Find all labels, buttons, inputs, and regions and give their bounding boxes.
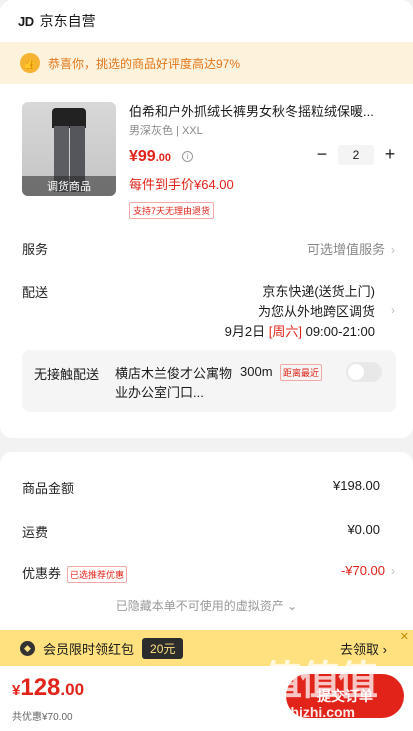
coupon-row-label: 优惠券 已选推荐优惠	[22, 563, 128, 584]
coupon-tag: 已选推荐优惠	[67, 566, 128, 584]
chevron-down-icon: ⌄	[287, 599, 298, 613]
delivery-info[interactable]: 京东快递(送货上门) 为您从外地跨区调货 9月2日 [周六] 09:00-21:…	[225, 282, 375, 342]
coupon-value: -¥70.00	[340, 563, 385, 578]
order-card: 调货商品 伯希和户外抓绒长裤男女秋冬摇粒绒保暖... 男深灰色 | XXL ¥9…	[0, 84, 413, 438]
store-name[interactable]: 京东自营	[40, 11, 96, 31]
delivery-transfer-note: 为您从外地跨区调货	[257, 304, 375, 319]
shipping-label: 运费	[22, 525, 49, 540]
coupon-label: 优惠券	[22, 566, 62, 581]
service-label: 服务	[22, 242, 49, 257]
delivery-label: 配送	[22, 285, 49, 300]
price-summary: 商品金额 ¥198.00 运费 ¥0.00 优惠券 已选推荐优惠 -¥70.00 ›…	[0, 452, 413, 632]
goods-amount-value: ¥198.00	[333, 478, 380, 493]
chevron-right-icon: ›	[391, 564, 395, 578]
quantity-stepper: − 2 +	[312, 144, 400, 165]
service-row[interactable]: 可选增值服务 ›	[307, 239, 395, 258]
claim-button[interactable]: 去领取 ›	[340, 639, 387, 658]
product-spec: 男深灰色 | XXL	[129, 125, 203, 137]
contactless-address[interactable]: 横店木兰俊才公寓物业办公室门口...	[115, 364, 235, 402]
product-title[interactable]: 伯希和户外抓绒长裤男女秋冬摇粒绒保暖...	[129, 101, 397, 120]
contactless-toggle[interactable]	[346, 362, 382, 382]
service-value: 可选增值服务	[306, 242, 385, 257]
goods-amount-label: 商品金额	[22, 481, 75, 496]
close-icon[interactable]: ✕	[400, 630, 409, 643]
shipping-value: ¥0.00	[347, 522, 380, 537]
chevron-right-icon: ›	[391, 243, 395, 257]
quantity-input[interactable]: 2	[338, 144, 374, 165]
unit-price: 每件到手价¥64.00	[129, 177, 234, 192]
contactless-delivery: 无接触配送 横店木兰俊才公寓物业办公室门口... 300m 距离最近	[22, 350, 396, 412]
delivery-time: 9月2日 [周六] 09:00-21:00	[224, 324, 375, 339]
contactless-label: 无接触配送	[34, 367, 100, 382]
product-price: ¥99.00	[129, 148, 171, 165]
member-icon: ◆	[20, 640, 35, 656]
member-text: 会员限时领红包	[43, 641, 135, 657]
nearest-tag: 距离最近	[280, 364, 323, 381]
info-icon[interactable]: i	[182, 151, 193, 162]
transfer-goods-tag: 调货商品	[22, 176, 116, 196]
total-savings: 共优惠¥70.00	[12, 712, 73, 723]
chevron-right-icon[interactable]: ›	[385, 302, 395, 317]
praise-banner: 👍 恭喜你，挑选的商品好评度高达97%	[0, 42, 413, 84]
store-header: JD 京东自营	[0, 0, 413, 42]
contactless-distance: 300m	[240, 364, 273, 379]
minus-button[interactable]: −	[312, 144, 332, 165]
plus-button[interactable]: +	[380, 144, 400, 165]
member-red-packet-bar[interactable]: ◆ 会员限时领红包 20元 去领取 › ✕	[0, 630, 413, 666]
red-packet-amount: 20元	[142, 637, 184, 659]
thumbs-up-icon: 👍	[20, 53, 40, 73]
return-policy-tag: 支持7天无理由退货	[129, 202, 215, 219]
coupon-row[interactable]: -¥70.00 ›	[341, 563, 395, 578]
hidden-assets-toggle[interactable]: 已隐藏本单不可使用的虚拟资产 ⌄	[0, 597, 413, 614]
delivery-method: 京东快递(送货上门)	[262, 284, 375, 299]
submit-order-button[interactable]: 提交订单	[286, 674, 404, 718]
praise-text: 恭喜你，挑选的商品好评度高达97%	[48, 56, 241, 71]
checkout-bar: ¥128.00 共优惠¥70.00 提交订单	[0, 666, 413, 731]
product-image[interactable]: 调货商品	[22, 102, 116, 196]
jd-logo: JD	[18, 13, 34, 29]
total-price: ¥128.00	[12, 674, 85, 701]
